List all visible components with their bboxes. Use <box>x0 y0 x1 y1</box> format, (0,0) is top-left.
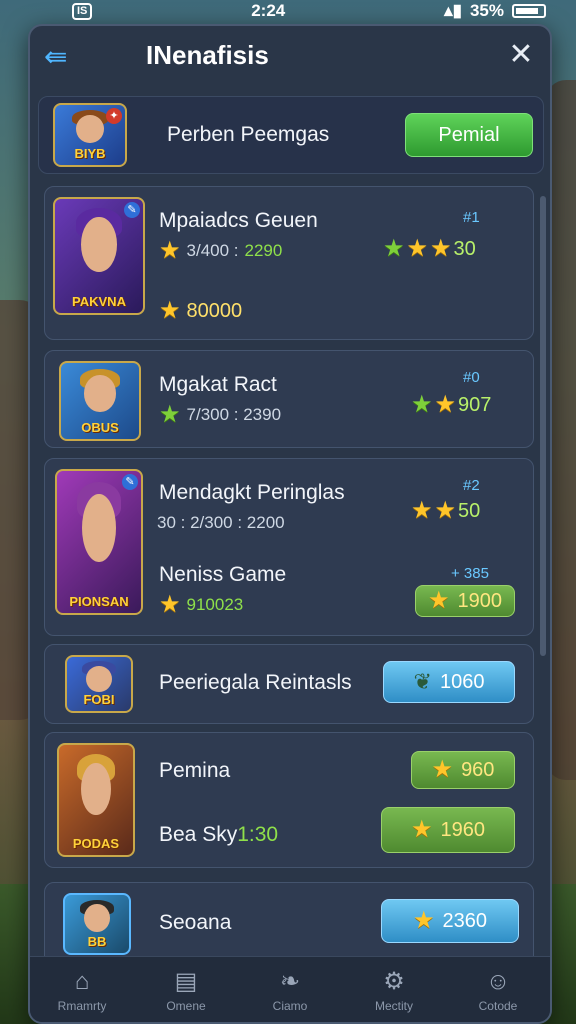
thumbnail-label: PAKVNA <box>72 294 126 309</box>
close-button[interactable]: ✕ <box>506 40 536 70</box>
list-item[interactable]: PODAS Pemina ★ 960 Bea Sky1:30 ★ 1960 <box>44 732 534 868</box>
nav-item-settings[interactable]: ⚙ Mectity <box>342 957 446 1022</box>
thumbnail-label: FOBI <box>83 692 115 707</box>
star-icon: ★ <box>430 235 452 262</box>
featured-row[interactable]: ✦ BIYB Perben Peemgas Pemial <box>38 96 544 174</box>
info-icon: ✎ <box>122 474 138 490</box>
item-thumbnail: ✎ PAKVNA <box>53 197 145 315</box>
battery-percent: 35% <box>469 1 504 20</box>
star-icon: ★ <box>406 235 429 262</box>
back-arrow-icon: ⇚ <box>44 41 68 72</box>
item-name: Mendagkt Peringlas <box>159 481 345 504</box>
item-score: ★ 80000 <box>159 297 243 324</box>
star-icon: ★ <box>411 497 433 524</box>
battery-icon <box>511 4 546 18</box>
item-action-button[interactable]: ★ 2360 <box>381 899 519 943</box>
nav-item-panel[interactable]: ▤ Omene <box>134 957 238 1022</box>
home-icon: ⌂ <box>74 967 90 995</box>
item-action-button[interactable]: ★ 960 <box>411 751 515 789</box>
item-thumbnail: FOBI <box>65 655 133 713</box>
featured-thumbnail: ✦ BIYB <box>53 103 127 167</box>
leaf-icon: ❧ <box>279 967 301 995</box>
scrollbar[interactable] <box>540 196 546 656</box>
item-action-button[interactable]: ★ 1960 <box>381 807 515 853</box>
star-icon: ★ <box>159 237 181 264</box>
featured-action-button[interactable]: Pemial <box>405 113 533 157</box>
item-tag: #0 <box>463 369 480 386</box>
status-left: IS <box>72 2 93 20</box>
item-subtag: + 385 <box>451 565 489 582</box>
thumbnail-label: OBUS <box>81 420 119 435</box>
list-item[interactable]: ✎ PIONSAN Mendagkt Peringlas #2 30 : 2/3… <box>44 458 534 636</box>
list-item[interactable]: ✎ PAKVNA Mpaiadcs Geuen #1 ★ 3/400 : 229… <box>44 186 534 340</box>
item-thumbnail: PODAS <box>57 743 135 857</box>
close-icon: ✕ <box>508 38 534 71</box>
item-name: Mgakat Ract <box>159 373 277 396</box>
item-tag: #1 <box>463 209 480 226</box>
item-rating: ★ ★ 907 <box>411 391 492 418</box>
item-subname: Neniss Game <box>159 563 287 586</box>
star-icon: ★ <box>411 391 433 418</box>
featured-name: Perben Peemgas <box>167 123 330 146</box>
page-title: INenafisis <box>146 40 269 70</box>
star-icon: ★ <box>383 235 405 262</box>
signal-icon: ▴▮ <box>444 1 462 20</box>
item-rating: ★ ★ ★ 30 <box>383 235 476 262</box>
item-thumbnail: OBUS <box>59 361 141 441</box>
status-bar: IS 2:24 ▴▮ 35% <box>0 0 576 22</box>
back-button[interactable]: ⇚ <box>44 42 80 72</box>
item-stats: ★ 3/400 : 2290 <box>159 237 283 264</box>
star-icon: ★ <box>159 401 181 428</box>
status-badge: IS <box>72 2 93 20</box>
game-list: ✎ PAKVNA Mpaiadcs Geuen #1 ★ 3/400 : 229… <box>44 186 538 986</box>
item-stats: ★ 7/300 : 2390 <box>159 401 282 428</box>
item-action-button[interactable]: ❦ 1060 <box>383 661 515 703</box>
star-icon: ★ <box>431 756 454 783</box>
panel-icon: ▤ <box>174 967 198 995</box>
list-item[interactable]: FOBI Peeriegala Reintasls ❦ 1060 <box>44 644 534 724</box>
item-tag: #2 <box>463 477 480 494</box>
star-icon: ★ <box>427 587 450 614</box>
star-icon: ★ <box>159 297 181 324</box>
star-icon: ★ <box>159 591 181 618</box>
nav-item-home[interactable]: ⌂ Rmamrty <box>30 957 134 1022</box>
status-right: ▴▮ 35% <box>444 1 546 21</box>
person-icon: ☺ <box>485 967 511 995</box>
thumbnail-label: BB <box>87 934 107 949</box>
item-name: Seoana <box>159 911 232 934</box>
thumbnail-label: BIYB <box>74 146 106 161</box>
gear-icon: ⚙ <box>383 967 405 995</box>
item-action-button[interactable]: ★ 1900 <box>415 585 515 617</box>
item-rating: ★ ★ 50 <box>411 497 481 524</box>
item-thumbnail: BB <box>63 893 131 955</box>
item-stats: 30 : 2/300 : 2200 <box>157 513 285 532</box>
leaf-icon: ❦ <box>413 669 432 694</box>
item-name: Pemina <box>159 759 231 782</box>
star-icon: ★ <box>412 907 435 934</box>
star-icon: ★ <box>434 497 457 524</box>
thumbnail-label: PIONSAN <box>69 594 129 609</box>
item-name: Peeriegala Reintasls <box>159 671 352 694</box>
status-time: 2:24 <box>251 1 286 20</box>
panel-header: ⇚ INenafisis ✕ <box>30 26 550 88</box>
thumbnail-label: PODAS <box>72 836 120 851</box>
item-name: Mpaiadcs Geuen <box>159 209 318 232</box>
item-thumbnail: ✎ PIONSAN <box>55 469 143 615</box>
info-icon: ✎ <box>124 202 140 218</box>
nav-item-profile[interactable]: ☺ Cotode <box>446 957 550 1022</box>
star-icon: ★ <box>410 816 433 843</box>
main-panel: ⇚ INenafisis ✕ ✦ BIYB Perben Peemgas Pem… <box>28 24 552 1024</box>
list-item[interactable]: OBUS Mgakat Ract #0 ★ 7/300 : 2390 ★ ★ 9… <box>44 350 534 448</box>
nav-item-leaf[interactable]: ❧ Ciamo <box>238 957 342 1022</box>
star-icon: ★ <box>434 391 457 418</box>
badge-icon: ✦ <box>106 108 122 124</box>
item-subname: Bea Sky1:30 <box>159 823 279 846</box>
bottom-nav: ⌂ Rmamrty ▤ Omene ❧ Ciamo ⚙ Mectity ☺ Co… <box>30 956 550 1022</box>
item-score: ★ 910023 <box>159 591 244 618</box>
